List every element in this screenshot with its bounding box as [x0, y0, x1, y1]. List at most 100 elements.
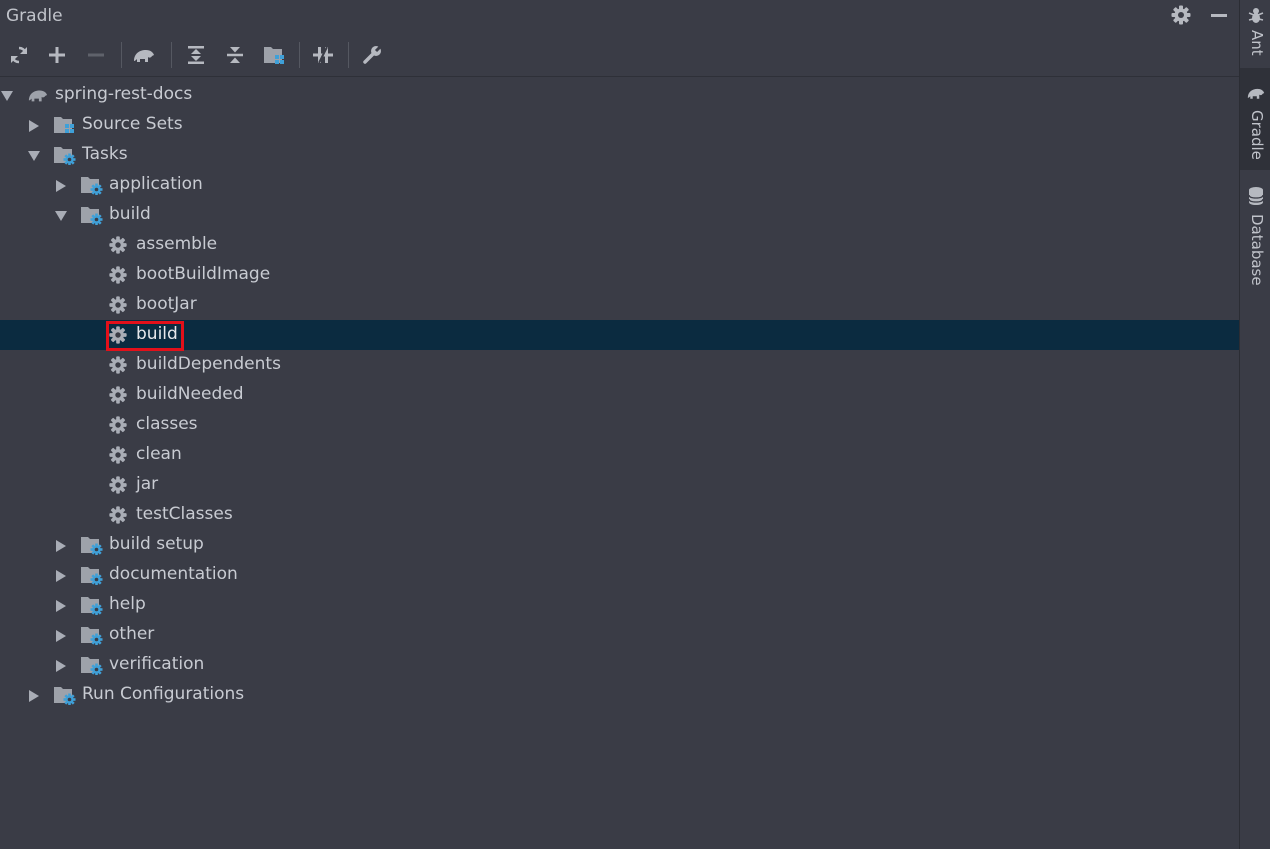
expand-all-button[interactable]	[183, 42, 209, 68]
expanded-arrow-icon[interactable]	[54, 208, 68, 222]
tree-node-label: classes	[136, 414, 198, 434]
tree-node-label: build	[109, 204, 151, 224]
collapse-all-icon	[227, 47, 243, 63]
reload-all-button[interactable]	[6, 42, 32, 68]
toolbar	[0, 36, 1239, 77]
tree-node-label: bootBuildImage	[136, 264, 271, 284]
expanded-arrow-icon[interactable]	[0, 88, 14, 102]
collapsed-arrow-icon[interactable]	[54, 538, 68, 552]
task-folder-icon	[80, 595, 103, 616]
tree-node-label: spring-rest-docs	[55, 84, 193, 104]
tree-node-row[interactable]: verification	[0, 650, 1239, 680]
right-tool-strip: Ant Gradle Database	[1239, 0, 1270, 849]
collapsed-arrow-icon[interactable]	[27, 118, 41, 132]
gradle-tab-label: Gradle	[1248, 110, 1266, 160]
group-modules-button[interactable]	[261, 42, 287, 68]
task-folder-icon	[80, 565, 103, 586]
plus-icon	[49, 47, 65, 63]
expand-all-icon	[188, 46, 204, 64]
ant-tab[interactable]: Ant	[1240, 0, 1270, 66]
tree-node-label: buildDependents	[136, 354, 281, 374]
task-row[interactable]: build	[0, 320, 1239, 351]
tool-window-header: Gradle	[0, 0, 1239, 32]
task-folder-icon	[53, 145, 76, 166]
task-row[interactable]: clean	[0, 440, 1239, 470]
gear-icon[interactable]	[1170, 4, 1192, 26]
expanded-arrow-icon[interactable]	[27, 148, 41, 162]
task-row[interactable]: buildNeeded	[0, 380, 1239, 410]
task-folder-icon	[53, 685, 76, 706]
tree-node-row[interactable]: Run Configurations	[0, 680, 1239, 710]
gradle-tool-window: Gradle spring-rest-docs Source Sets Task…	[0, 0, 1239, 849]
gear-icon	[107, 235, 129, 255]
gear-icon	[107, 445, 129, 465]
tree-node-row[interactable]: other	[0, 620, 1239, 650]
gear-icon	[107, 475, 129, 495]
task-row[interactable]: jar	[0, 470, 1239, 500]
wrench-icon	[363, 44, 383, 64]
offline-icon	[313, 46, 333, 64]
gear-icon	[107, 295, 129, 315]
tree-node-row[interactable]: spring-rest-docs	[0, 80, 1239, 110]
tree-node-label: build setup	[109, 534, 204, 554]
task-row[interactable]: assemble	[0, 230, 1239, 260]
gear-icon	[107, 415, 129, 435]
collapse-all-button[interactable]	[222, 42, 248, 68]
task-row[interactable]: classes	[0, 410, 1239, 440]
tree-node-label: application	[109, 174, 203, 194]
tree-node-label: Source Sets	[82, 114, 183, 134]
tree-node-label: bootJar	[136, 294, 197, 314]
gear-icon	[107, 355, 129, 375]
tree-node-label: help	[109, 594, 146, 614]
minus-icon	[88, 53, 104, 57]
collapsed-arrow-icon[interactable]	[54, 598, 68, 612]
tree-node-row[interactable]: documentation	[0, 560, 1239, 590]
task-folder-icon	[80, 655, 103, 676]
tree-node-row[interactable]: build	[0, 200, 1239, 230]
database-tab-label: Database	[1248, 214, 1266, 286]
tree-node-label: verification	[109, 654, 205, 674]
task-row[interactable]: buildDependents	[0, 350, 1239, 380]
task-folder-icon	[80, 535, 103, 556]
tree-node-label: other	[109, 624, 155, 644]
tree-node-row[interactable]: build setup	[0, 530, 1239, 560]
collapsed-arrow-icon[interactable]	[27, 688, 41, 702]
tree-node-row[interactable]: Source Sets	[0, 110, 1239, 140]
collapsed-arrow-icon[interactable]	[54, 628, 68, 642]
tree-node-row[interactable]: help	[0, 590, 1239, 620]
collapsed-arrow-icon[interactable]	[54, 568, 68, 582]
ant-icon	[1248, 8, 1264, 23]
tree-node-label: clean	[136, 444, 182, 464]
gear-icon	[107, 505, 129, 525]
tree-node-label: Run Configurations	[82, 684, 245, 704]
build-settings-button[interactable]	[359, 42, 385, 68]
tree-node-label: jar	[136, 474, 159, 494]
annotation-highlight-box	[106, 321, 184, 351]
tree-node-label: buildNeeded	[136, 384, 244, 404]
tree-node-row[interactable]: Tasks	[0, 140, 1239, 170]
toggle-offline-button[interactable]	[310, 42, 336, 68]
tree-node-row[interactable]: application	[0, 170, 1239, 200]
gear-icon	[107, 265, 129, 285]
gradle-elephant-icon	[1247, 88, 1265, 99]
tree-node-label: Tasks	[82, 144, 128, 164]
elephant-icon	[134, 50, 154, 62]
task-row[interactable]: testClasses	[0, 500, 1239, 530]
tree-node-label: documentation	[109, 564, 238, 584]
link-project-button[interactable]	[44, 42, 70, 68]
gradle-elephant-icon	[26, 85, 48, 105]
gradle-tab[interactable]: Gradle	[1240, 68, 1270, 170]
task-row[interactable]: bootJar	[0, 290, 1239, 320]
minus-icon[interactable]	[1208, 4, 1230, 26]
unlink-project-button[interactable]	[83, 42, 109, 68]
task-folder-icon	[80, 625, 103, 646]
execute-task-button[interactable]	[131, 42, 157, 68]
database-tab[interactable]: Database	[1240, 180, 1270, 290]
collapsed-arrow-icon[interactable]	[54, 658, 68, 672]
ant-tab-label: Ant	[1248, 30, 1266, 56]
collapsed-arrow-icon[interactable]	[54, 178, 68, 192]
tree-node-label: testClasses	[136, 504, 233, 524]
source-sets-folder-icon	[53, 115, 75, 135]
task-row[interactable]: bootBuildImage	[0, 260, 1239, 290]
task-folder-icon	[80, 175, 103, 196]
